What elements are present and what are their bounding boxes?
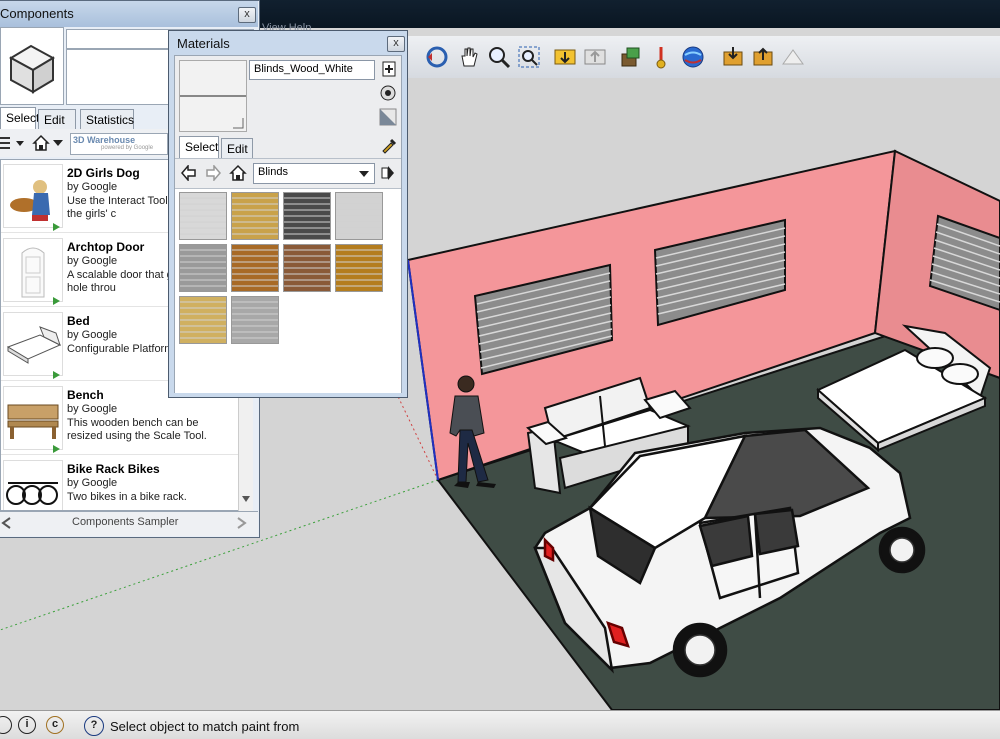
material-name-field[interactable]: Blinds_Wood_White [249,60,375,80]
material-swatch[interactable] [335,192,383,240]
add-location-icon[interactable] [750,44,776,70]
collection-name: Components Sampler [72,516,179,528]
credits-icon[interactable]: i [18,716,36,734]
help-icon[interactable]: ? [84,716,104,736]
list-item[interactable]: Bike Rack Bikes by Google Two bikes in a… [1,456,239,510]
material-swatch[interactable] [335,244,383,292]
pan-icon[interactable] [456,44,482,70]
create-material-icon[interactable] [381,60,397,78]
library-dropdown[interactable]: Blinds [253,163,375,184]
components-title: Components [0,6,74,21]
warehouse-label: 3D Warehouse [73,135,136,145]
load-arrow-icon[interactable] [53,297,60,305]
tab-statistics[interactable]: Statistics [80,109,134,129]
component-name: Archtop Door [67,240,145,254]
load-arrow-icon[interactable] [53,371,60,379]
warehouse-search-field[interactable]: 3D Warehouse powered by Google [70,133,168,155]
material-swatch[interactable] [179,192,227,240]
component-name: 2D Girls Dog [67,166,140,180]
door-icon [21,247,45,298]
forward-arrow-icon[interactable] [205,165,221,181]
preview-divider [180,95,246,97]
bed-icon [6,326,62,364]
component-description: Two bikes in a bike rack. [67,491,187,503]
component-author: by Google [67,329,118,341]
load-arrow-icon[interactable] [53,223,60,231]
bike-rack-icon [6,482,58,505]
material-swatch[interactable] [231,244,279,292]
material-preview [179,60,247,132]
details-arrow-icon[interactable] [381,165,395,181]
copyright-icon[interactable]: c [46,716,64,734]
tab-edit[interactable]: Edit [38,109,76,129]
component-preview-icon [8,44,56,94]
arrow-right-icon[interactable] [236,516,248,530]
chevron-down-icon[interactable] [358,170,370,178]
components-footer: Components Sampler [0,511,258,536]
material-swatch-grid [175,188,401,393]
geo-location-icon[interactable] [0,716,12,734]
status-text: Select object to match paint from [110,719,300,734]
component-author: by Google [67,403,118,415]
resize-corner-icon [233,118,244,129]
components-close-button[interactable]: x [238,7,256,23]
component-author: by Google [67,477,118,489]
component-preview [0,27,64,105]
default-material-icon[interactable] [379,84,397,102]
components-title-bar[interactable]: Components x [0,1,258,27]
share-model-icon[interactable] [582,44,608,70]
component-thumbnail [3,312,63,379]
home-icon[interactable] [32,134,50,152]
girl-dog-icon [10,180,50,221]
material-swatch[interactable] [179,244,227,292]
material-swatch[interactable] [283,244,331,292]
toggle-terrain-icon[interactable] [780,44,806,70]
materials-close-button[interactable]: x [387,36,405,52]
home-icon[interactable] [229,164,247,182]
material-swatch[interactable] [179,296,227,344]
chevron-down-icon[interactable] [52,139,64,147]
component-author: by Google [67,255,118,267]
globe-icon[interactable] [680,44,706,70]
material-swatch[interactable] [231,192,279,240]
eyedropper-icon[interactable] [379,136,397,154]
component-author: by Google [67,181,118,193]
component-thumbnail [3,386,63,453]
tab-select[interactable]: Select [179,136,219,158]
load-arrow-icon[interactable] [53,445,60,453]
component-description: This wooden bench can be resized using t… [67,417,207,442]
component-thumbnail [3,460,63,510]
get-models-icon[interactable] [552,44,578,70]
component-thumbnail [3,164,63,231]
zoom-window-icon[interactable] [516,44,542,70]
get-photo-texture-icon[interactable] [720,44,746,70]
materials-nav-row: Blinds [175,158,401,187]
back-arrow-icon[interactable] [181,165,197,181]
bench-icon [7,404,59,439]
scroll-down-icon[interactable] [241,495,251,503]
view-options-icon[interactable] [0,135,26,151]
tab-select[interactable]: Select [0,107,39,129]
warehouse-sub-label: powered by Google [101,145,154,151]
material-swatch[interactable] [231,296,279,344]
materials-body: Blinds_Wood_White Select Edit Blinds [174,55,402,393]
component-name: Bed [67,314,90,328]
arrow-left-icon[interactable] [0,516,12,530]
orbit-icon[interactable] [424,44,450,70]
zoom-icon[interactable] [486,44,512,70]
library-selected: Blinds [258,166,288,178]
component-name: Bike Rack Bikes [67,462,160,476]
status-bar: i c ? Select object to match paint from [0,710,1000,739]
materials-title: Materials [177,36,230,51]
sample-paint-icon[interactable] [379,108,397,126]
material-name: Blinds_Wood_White [254,63,353,75]
material-swatch[interactable] [283,192,331,240]
share-component-icon[interactable] [618,44,644,70]
materials-panel: Materials x Blinds_Wood_White Select Edi… [168,30,408,398]
component-name: Bench [67,388,104,402]
google-earth-icon[interactable] [648,44,674,70]
tab-edit[interactable]: Edit [221,138,253,158]
component-thumbnail [3,238,63,305]
